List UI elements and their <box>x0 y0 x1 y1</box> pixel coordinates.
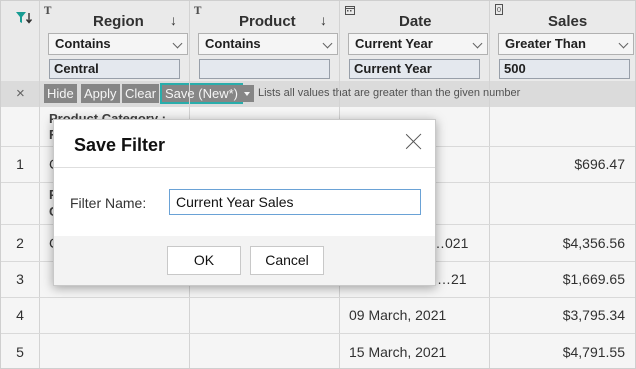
save-filter-dialog: Save Filter Filter Name: Current Year Sa… <box>53 119 436 286</box>
dialog-divider <box>54 167 435 168</box>
filter-name-input[interactable]: Current Year Sales <box>169 189 421 215</box>
cancel-button[interactable]: Cancel <box>250 246 324 275</box>
close-icon[interactable] <box>405 132 423 150</box>
filter-name-label: Filter Name: <box>70 195 147 211</box>
dialog-title: Save Filter <box>74 135 166 155</box>
dialog-footer <box>54 236 435 285</box>
report-view: T Region ↓ T Product ↓ Date 0 Sales Cont… <box>0 0 636 369</box>
ok-button[interactable]: OK <box>167 246 241 275</box>
